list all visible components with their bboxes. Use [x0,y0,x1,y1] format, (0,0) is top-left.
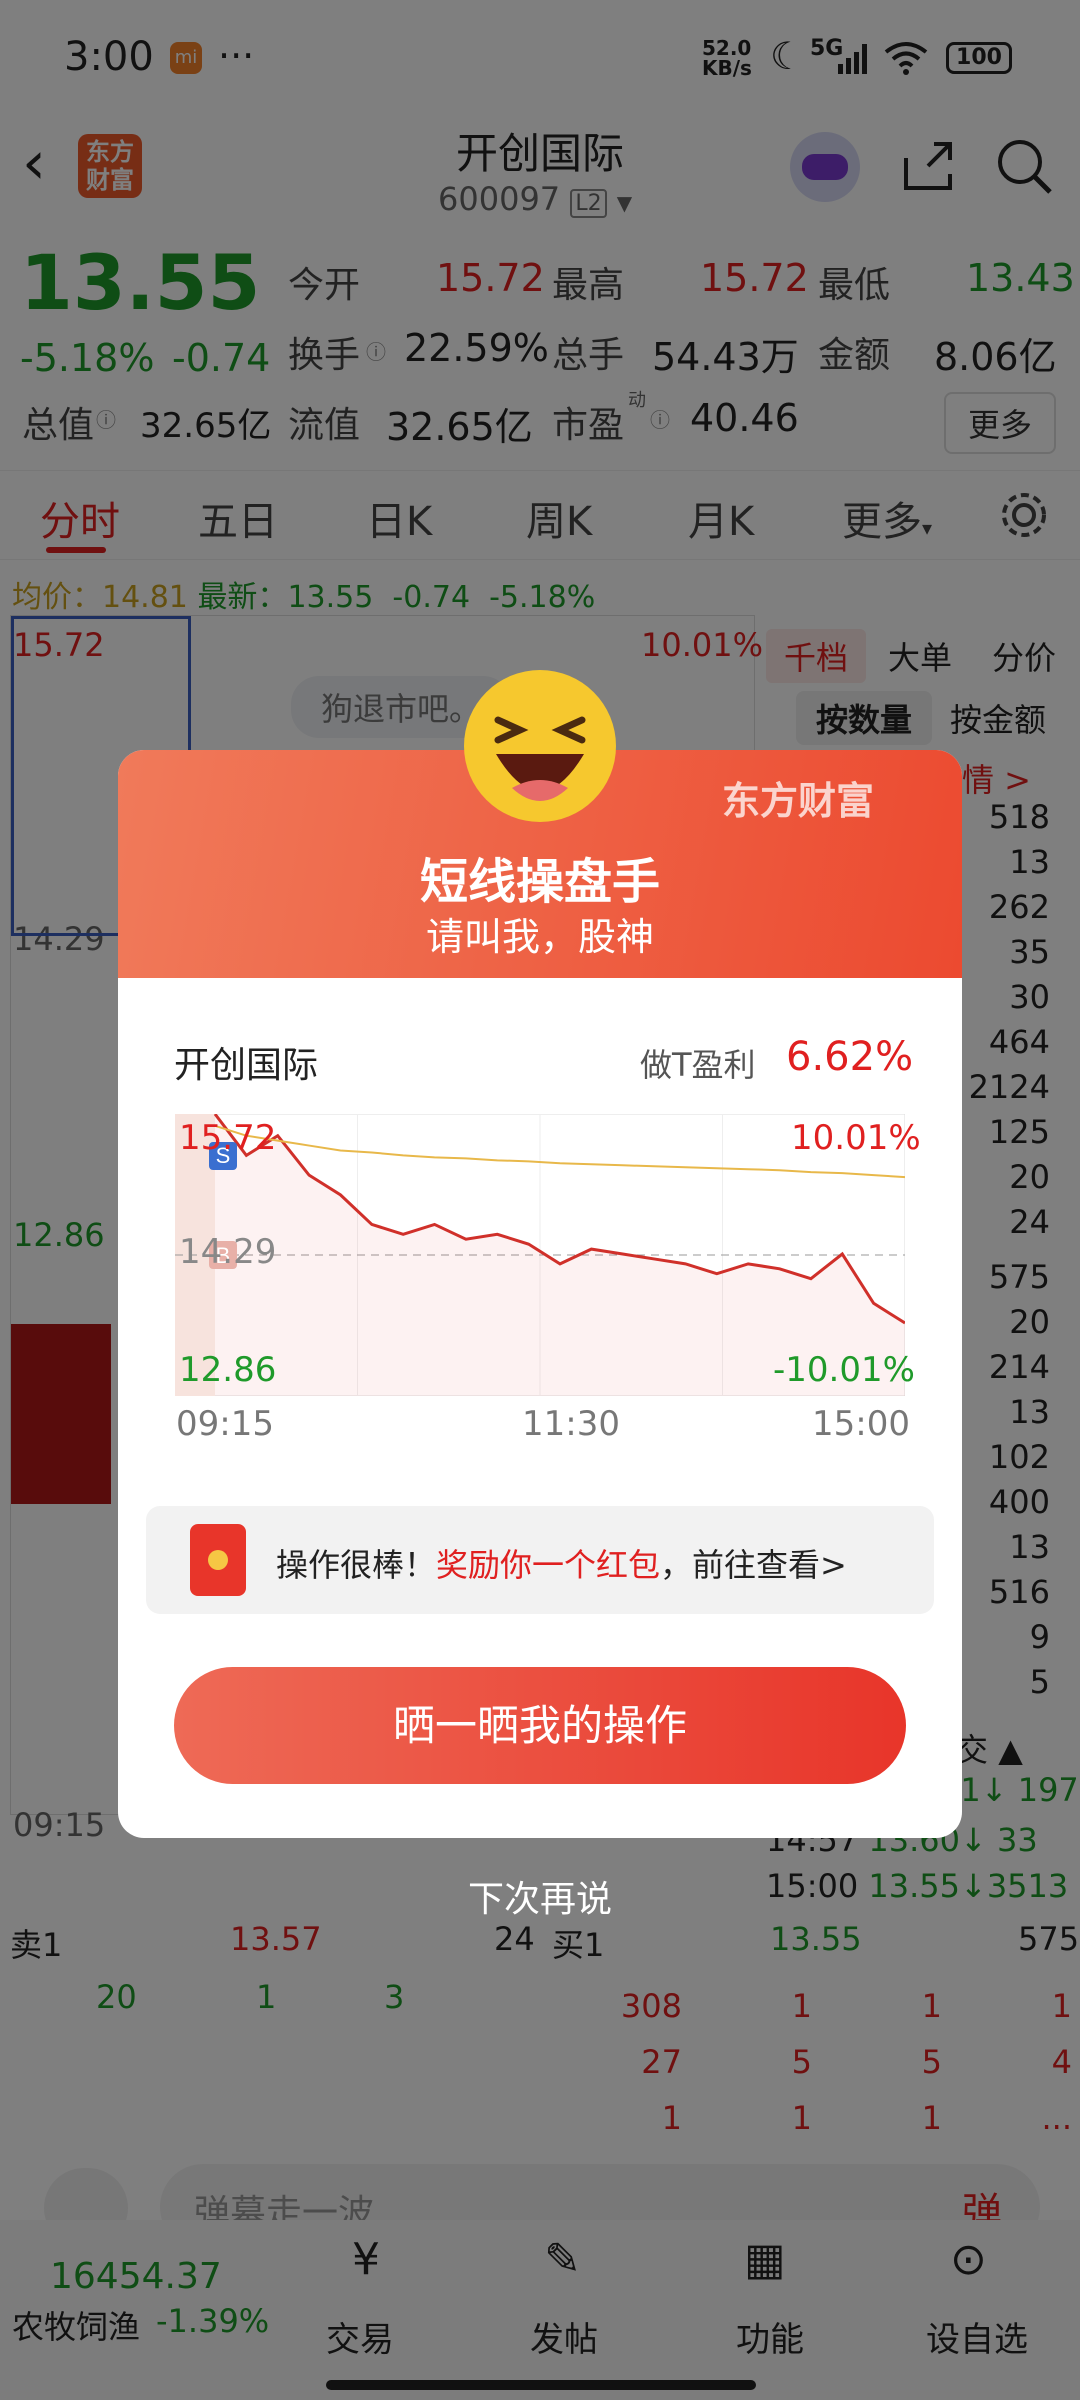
laughing-emoji-icon [464,670,616,822]
y-tick-label: 12.86 [179,1350,277,1390]
reward-banner[interactable]: 操作很棒！奖励你一个红包，前往查看> [146,1506,934,1614]
red-packet-icon [190,1524,246,1596]
y-tick-label: 14.29 [179,1232,277,1272]
y-right-tick-label: 10.01% [791,1118,921,1158]
trade-result-dialog: 东方财富 短线操盘手 请叫我，股神 开创国际 做T盈利 6.62% SB 15.… [118,750,962,1838]
dialog-stock-name: 开创国际 [174,1045,319,1086]
x-tick-label: 15:00 [812,1404,910,1444]
profit-label: 做T盈利 [640,1046,756,1084]
dialog-subtitle: 请叫我，股神 [425,915,654,959]
brand-watermark: 东方财富 [722,779,875,823]
y-right-tick-label: -10.01% [773,1350,915,1390]
mini-intraday-chart: SB 15.72 14.29 12.86 10.01% -10.01% [175,1114,921,1396]
dialog-title: 短线操盘手 [419,854,660,910]
y-tick-label: 15.72 [179,1118,277,1158]
share-operation-button[interactable]: 晒一晒我的操作 [174,1667,906,1784]
dismiss-later-button[interactable]: 下次再说 [0,1870,1080,1922]
reward-text: 操作很棒！奖励你一个红包，前往查看> [276,1546,847,1584]
x-tick-label: 11:30 [522,1404,620,1444]
x-tick-label: 09:15 [176,1404,274,1444]
profit-value: 6.62% [786,1034,914,1080]
